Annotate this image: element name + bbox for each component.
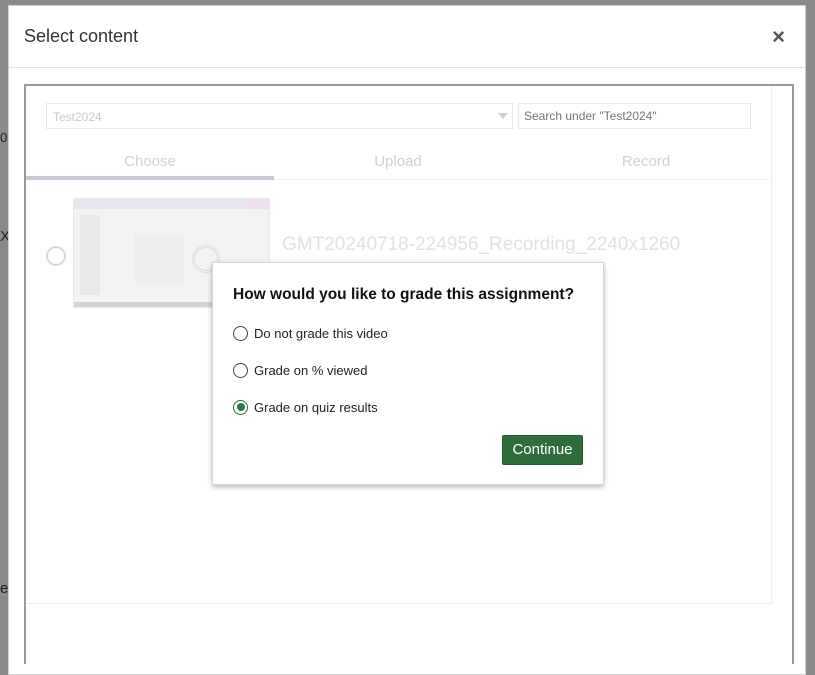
grade-question: How would you like to grade this assignm… bbox=[233, 286, 575, 303]
modal-title: Select content bbox=[24, 26, 139, 46]
option-label: Do not grade this video bbox=[254, 325, 388, 341]
option-label: Grade on % viewed bbox=[254, 362, 368, 378]
modal-header: Select content × bbox=[9, 6, 805, 68]
tab-record[interactable]: Record bbox=[522, 144, 770, 180]
background-text-fragment: 0 bbox=[0, 130, 8, 145]
tab-label: Record bbox=[621, 153, 671, 170]
thumbnail-slide bbox=[134, 235, 184, 283]
tab-label: Upload bbox=[374, 153, 422, 170]
close-icon[interactable]: × bbox=[772, 26, 785, 48]
thumbnail-toolbar bbox=[74, 199, 269, 209]
chevron-down-icon bbox=[498, 113, 508, 119]
tab-label: Choose bbox=[124, 153, 176, 170]
entry-title[interactable]: GMT20240718-224956_Recording_2240x1260 bbox=[282, 234, 680, 256]
thumbnail-side-panel bbox=[80, 215, 100, 295]
continue-button[interactable]: Continue bbox=[502, 435, 583, 465]
thumbnail-toolbar-accent bbox=[245, 199, 269, 209]
entry-select-radio[interactable] bbox=[46, 246, 66, 266]
grade-options-dialog: How would you like to grade this assignm… bbox=[212, 262, 604, 485]
tab-choose[interactable]: Choose bbox=[26, 144, 274, 180]
option-quiz-results[interactable]: Grade on quiz results bbox=[233, 397, 378, 417]
tab-upload[interactable]: Upload bbox=[274, 144, 522, 180]
radio-button[interactable] bbox=[233, 362, 248, 378]
search-input[interactable] bbox=[518, 103, 751, 129]
category-select[interactable]: Test2024 bbox=[46, 103, 513, 129]
option-no-grade[interactable]: Do not grade this video bbox=[233, 323, 388, 343]
category-select-value: Test2024 bbox=[53, 110, 102, 124]
radio-button-checked[interactable] bbox=[233, 399, 248, 415]
option-label: Grade on quiz results bbox=[254, 399, 378, 415]
radio-button[interactable] bbox=[233, 325, 248, 341]
option-percent-viewed[interactable]: Grade on % viewed bbox=[233, 360, 367, 380]
content-tabs: Choose Upload Record bbox=[26, 144, 770, 180]
